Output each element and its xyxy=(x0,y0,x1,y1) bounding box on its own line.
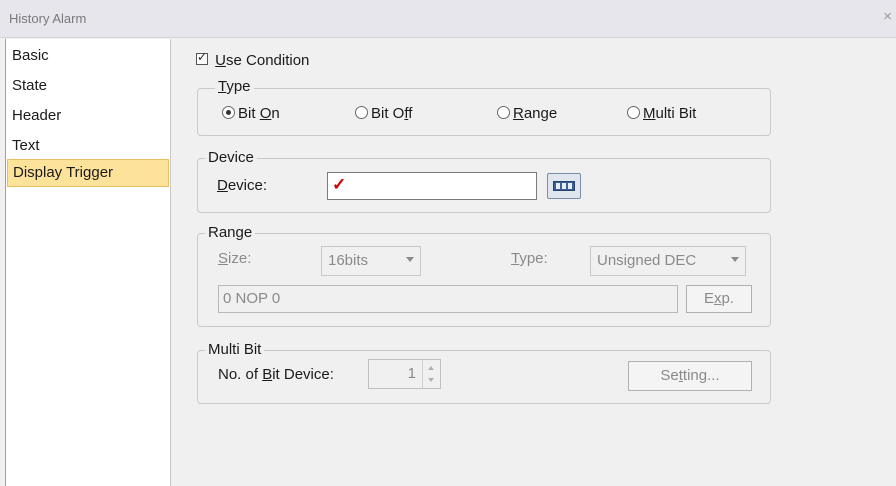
device-label: Device: xyxy=(217,177,268,194)
radio-selected-icon xyxy=(222,106,235,119)
device-input[interactable]: ✓ xyxy=(327,172,537,200)
chevron-down-icon xyxy=(406,257,414,262)
bit-device-count-label: No. of Bit Device: xyxy=(218,366,334,383)
bit-device-count-stepper[interactable]: 1 xyxy=(368,359,441,389)
device-browse-icon[interactable] xyxy=(547,173,581,199)
range-expression-field[interactable]: 0 NOP 0 xyxy=(218,285,678,313)
exp-button[interactable]: Exp. xyxy=(686,285,752,313)
sidebar-item-basic[interactable]: Basic xyxy=(7,43,169,71)
red-check-icon: ✓ xyxy=(332,175,347,194)
type-select[interactable]: Unsigned DEC xyxy=(590,246,746,276)
spin-buttons[interactable] xyxy=(422,360,440,388)
radio-range[interactable]: Range xyxy=(497,105,557,122)
type-group-legend: Type xyxy=(215,78,254,95)
use-condition-checkbox[interactable]: Use Condition xyxy=(196,50,310,69)
spin-down-icon[interactable] xyxy=(428,378,434,382)
radio-bit-off[interactable]: Bit Off xyxy=(355,105,412,122)
size-label: Size: xyxy=(218,250,252,267)
multibit-group-legend: Multi Bit xyxy=(205,341,265,358)
use-condition-label: Use Condition xyxy=(215,52,310,69)
sidebar-item-text[interactable]: Text xyxy=(7,133,169,161)
sidebar-item-display-trigger[interactable]: Display Trigger xyxy=(7,159,169,187)
radio-multi-bit[interactable]: Multi Bit xyxy=(627,105,696,122)
window-title: History Alarm xyxy=(9,11,87,26)
size-select-value: 16bits xyxy=(328,252,369,269)
setting-button[interactable]: Setting... xyxy=(628,361,752,391)
sidebar-item-state[interactable]: State xyxy=(7,73,169,101)
size-select[interactable]: 16bits xyxy=(321,246,421,276)
category-list: Basic State Header Text Display Trigger xyxy=(5,39,171,486)
type-select-value: Unsigned DEC xyxy=(597,252,697,269)
sidebar-item-header[interactable]: Header xyxy=(7,103,169,131)
spin-up-icon[interactable] xyxy=(428,366,434,370)
radio-bit-on[interactable]: Bit On xyxy=(222,105,280,122)
chevron-down-icon xyxy=(731,257,739,262)
radio-unselected-icon xyxy=(627,106,640,119)
title-bar: History Alarm × xyxy=(0,0,896,38)
settings-panel: Use Condition Type Bit On Bit Off Range … xyxy=(172,39,896,486)
close-icon[interactable]: × xyxy=(883,8,892,25)
radio-unselected-icon xyxy=(497,106,510,119)
range-group-legend: Range xyxy=(205,224,256,241)
bit-device-count-value: 1 xyxy=(407,365,416,382)
type-label: Type: xyxy=(511,250,548,267)
checkbox-checked-icon xyxy=(196,50,208,65)
radio-unselected-icon xyxy=(355,106,368,119)
device-group-legend: Device xyxy=(205,149,257,166)
